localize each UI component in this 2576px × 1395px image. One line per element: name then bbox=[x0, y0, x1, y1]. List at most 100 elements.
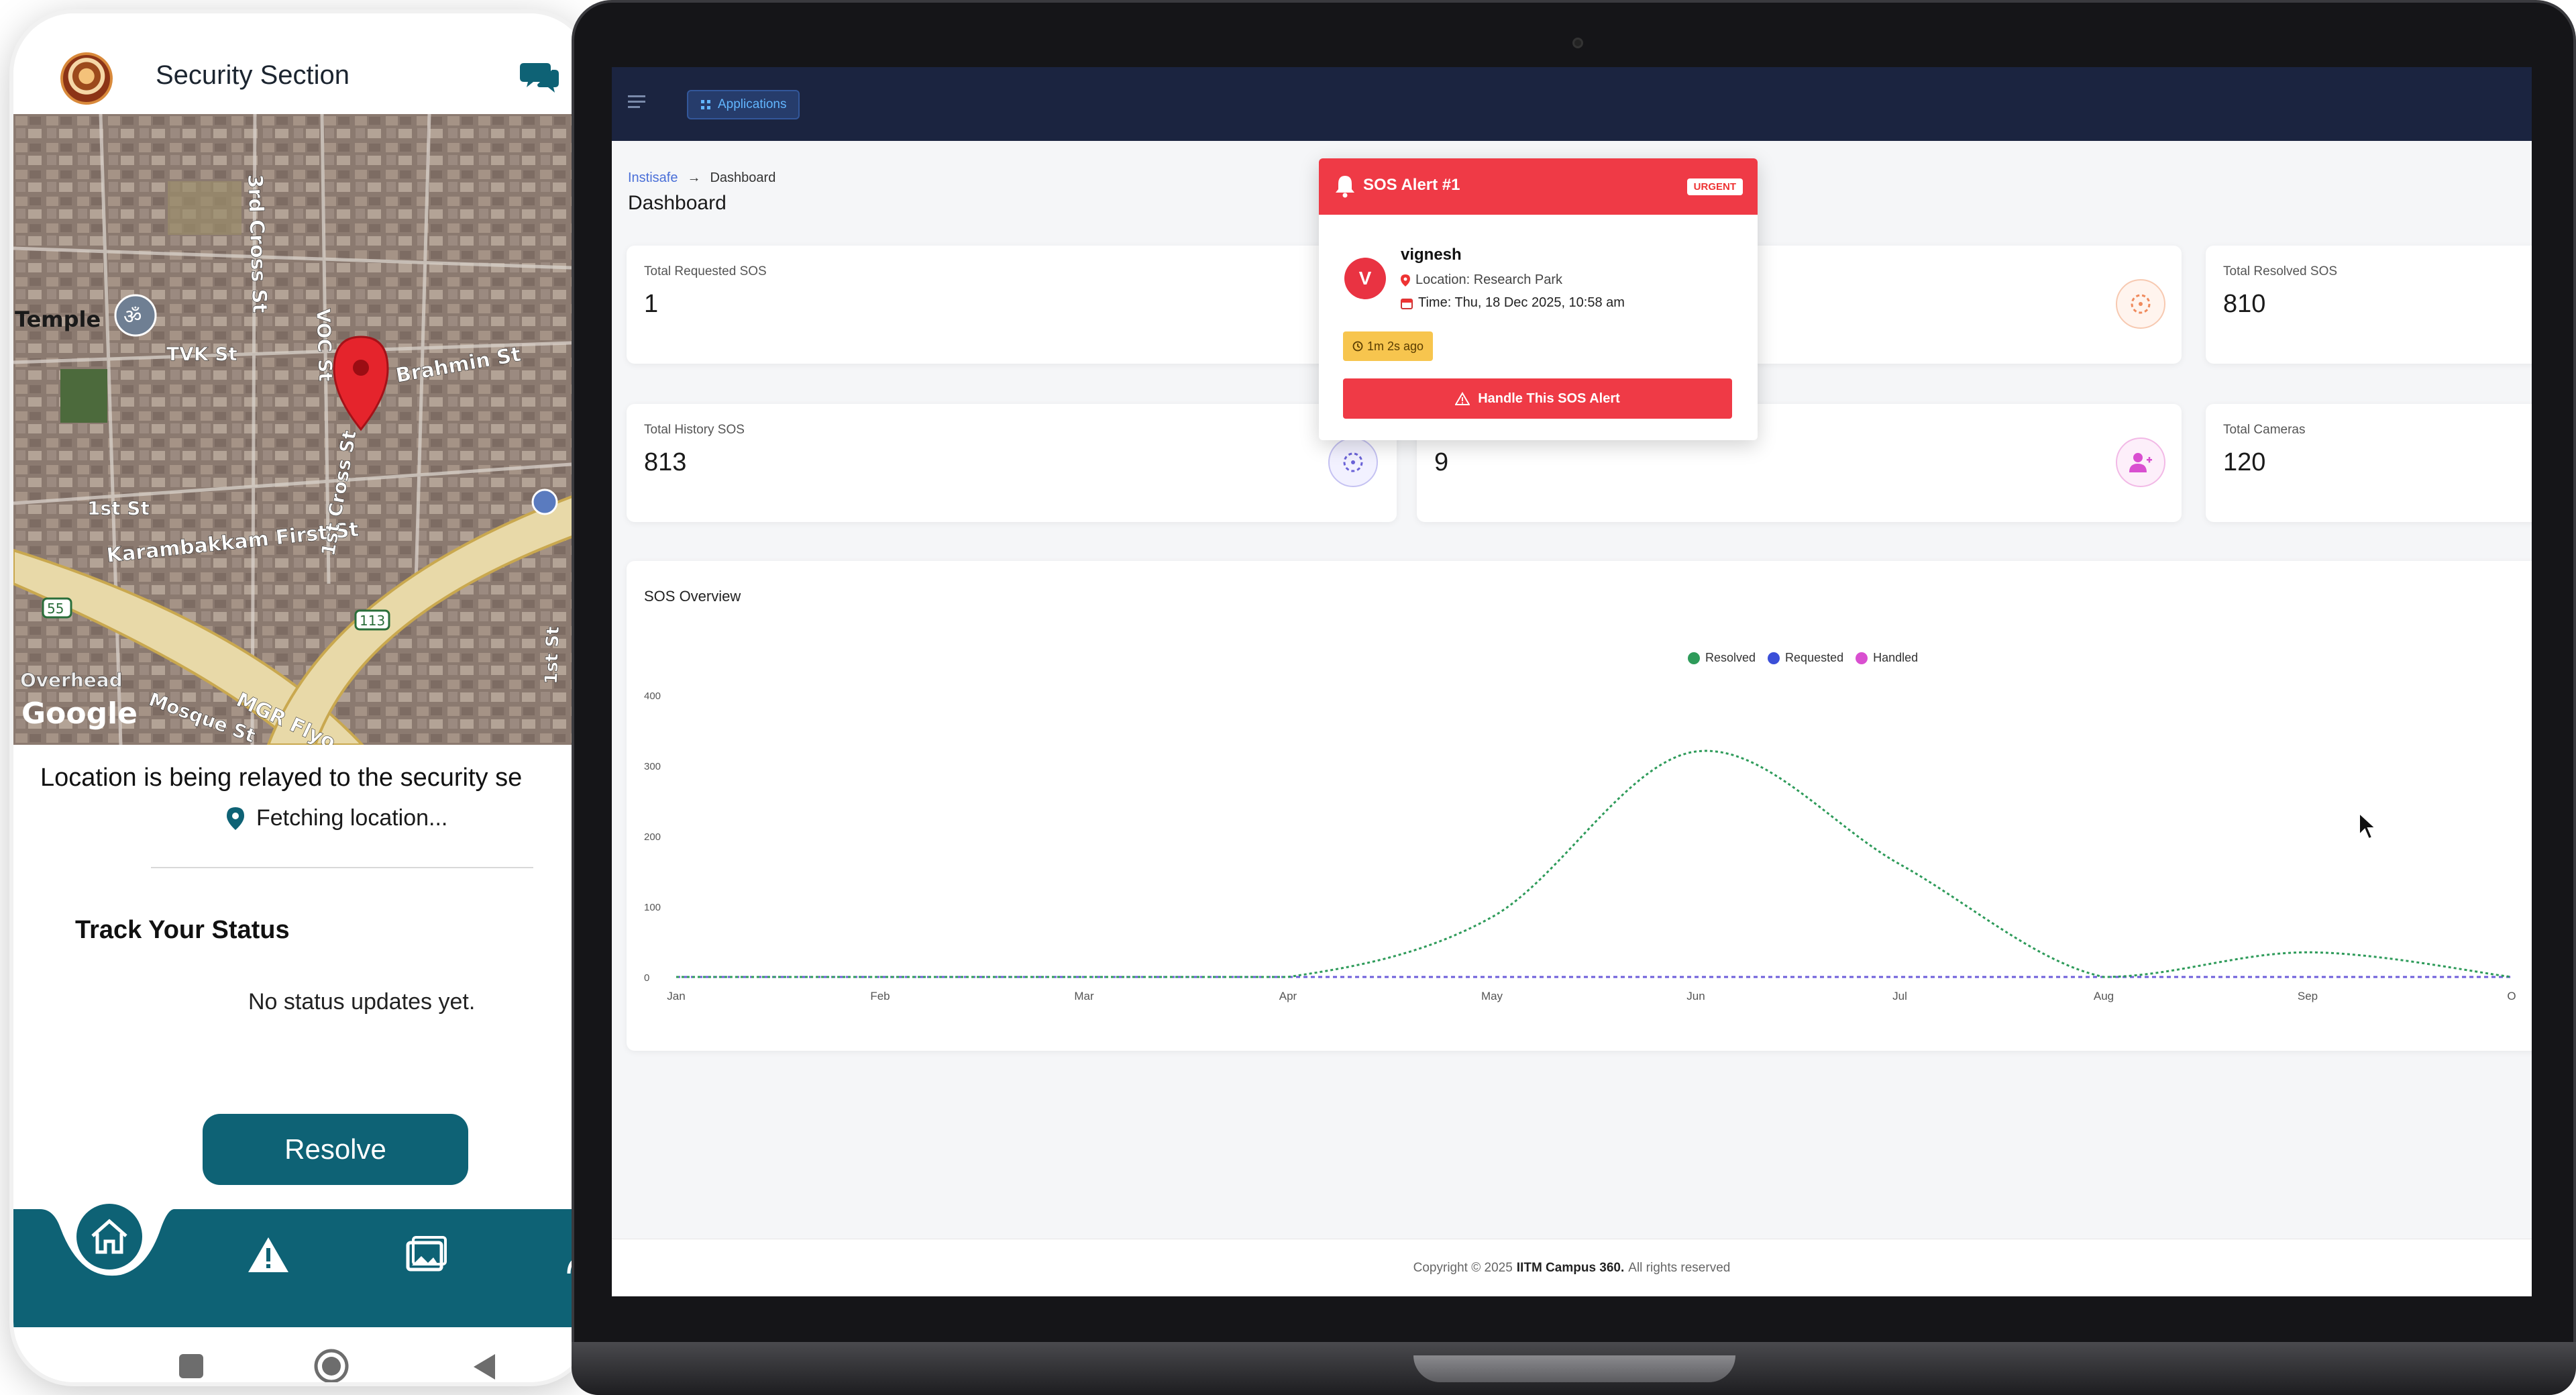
svg-text:ॐ: ॐ bbox=[123, 305, 142, 329]
alert-icon[interactable] bbox=[247, 1235, 290, 1275]
location-pin-icon bbox=[227, 807, 244, 830]
svg-text:1st St: 1st St bbox=[541, 626, 564, 684]
x-tick-label: Jun bbox=[1686, 990, 1705, 1002]
clock-icon bbox=[1352, 341, 1363, 352]
handle-sos-label: Handle This SOS Alert bbox=[1478, 391, 1620, 406]
gallery-icon[interactable] bbox=[405, 1235, 448, 1275]
svg-text:Google: Google bbox=[21, 696, 138, 731]
pending-icon bbox=[2116, 279, 2165, 329]
x-tick-label: Mar bbox=[1074, 990, 1094, 1002]
chat-icon[interactable] bbox=[520, 59, 559, 93]
laptop-notch bbox=[1413, 1355, 1735, 1382]
breadcrumb-separator: → bbox=[687, 170, 701, 185]
y-tick-label: 400 bbox=[644, 690, 661, 702]
breadcrumb: Instisafe → Dashboard bbox=[628, 170, 775, 186]
footer-suffix: All rights reserved bbox=[1628, 1260, 1731, 1275]
menu-icon[interactable] bbox=[628, 94, 645, 110]
x-tick-label: May bbox=[1481, 990, 1503, 1002]
applications-button[interactable]: Applications bbox=[687, 90, 800, 119]
history-icon bbox=[1328, 437, 1378, 487]
sos-overview-chart: SOS Overview Resolved Requested Handled … bbox=[627, 561, 2532, 1051]
grid-icon bbox=[701, 100, 710, 109]
handle-sos-button[interactable]: Handle This SOS Alert bbox=[1343, 378, 1732, 419]
x-tick-label: Aug bbox=[2094, 990, 2114, 1002]
card-total-requested[interactable]: Total Requested SOS 1 bbox=[627, 246, 1397, 364]
footer: Copyright © 2025 IITM Campus 360. All ri… bbox=[612, 1239, 2532, 1296]
svg-text:113: 113 bbox=[360, 613, 385, 629]
warning-icon bbox=[1455, 392, 1470, 405]
svg-text:3rd Cross St: 3rd Cross St bbox=[243, 174, 271, 313]
card-total-resolved[interactable]: Total Resolved SOS 810 bbox=[2206, 246, 2532, 364]
relay-status-text: Location is being relayed to the securit… bbox=[40, 764, 523, 792]
nav-home-button[interactable] bbox=[72, 1200, 146, 1274]
sos-location: Location: Research Park bbox=[1401, 272, 1562, 288]
card-total-history[interactable]: Total History SOS 813 bbox=[627, 404, 1397, 522]
x-tick-label: Sep bbox=[2298, 990, 2318, 1002]
institute-logo bbox=[60, 52, 113, 105]
bell-icon bbox=[1336, 176, 1354, 198]
x-tick-label: Apr bbox=[1279, 990, 1297, 1002]
svg-text:TVK St: TVK St bbox=[166, 343, 237, 365]
page-heading: Dashboard bbox=[628, 192, 727, 214]
card-value: 1 bbox=[644, 290, 659, 318]
x-tick-label: Jul bbox=[1892, 990, 1907, 1002]
applications-label: Applications bbox=[718, 97, 787, 111]
home-icon bbox=[91, 1219, 127, 1254]
back-icon[interactable] bbox=[471, 1353, 498, 1381]
card-value: 9 bbox=[1434, 448, 1449, 476]
user-add-icon bbox=[2116, 437, 2165, 487]
footer-brand[interactable]: IITM Campus 360. bbox=[1517, 1261, 1625, 1276]
track-status-title: Track Your Status bbox=[75, 916, 290, 944]
mouse-cursor-icon bbox=[2359, 812, 2377, 840]
card-value: 120 bbox=[2223, 448, 2266, 476]
card-total-cameras[interactable]: Total Cameras 120 bbox=[2206, 404, 2532, 522]
breadcrumb-current: Dashboard bbox=[710, 170, 776, 185]
sos-alert-title: SOS Alert #1 bbox=[1363, 176, 1460, 194]
phone-device: Security Section 3rd Cross St VOC St Tem… bbox=[13, 13, 590, 1382]
recent-apps-icon[interactable] bbox=[178, 1353, 205, 1380]
webcam bbox=[1572, 38, 1583, 48]
card-value: 813 bbox=[644, 448, 687, 476]
svg-text:VOC St: VOC St bbox=[312, 308, 337, 382]
x-tick-label: Feb bbox=[870, 990, 890, 1002]
resolve-button[interactable]: Resolve bbox=[203, 1114, 468, 1185]
breadcrumb-root[interactable]: Instisafe bbox=[628, 170, 678, 186]
svg-text:1st St: 1st St bbox=[87, 497, 150, 519]
home-system-icon[interactable] bbox=[314, 1349, 349, 1382]
map-canvas: 3rd Cross St VOC St Temple TVK St Brahmi… bbox=[13, 114, 590, 745]
svg-text:Overhead: Overhead bbox=[20, 669, 123, 691]
elapsed-badge: 1m 2s ago bbox=[1343, 331, 1434, 361]
footer-prefix: Copyright © 2025 bbox=[1413, 1260, 1513, 1275]
y-tick-label: 300 bbox=[644, 761, 661, 772]
fetching-text: Fetching location... bbox=[256, 805, 448, 831]
svg-text:Temple: Temple bbox=[15, 307, 101, 332]
page-title: Security Section bbox=[156, 60, 350, 90]
svg-text:55: 55 bbox=[47, 601, 64, 617]
y-tick-label: 0 bbox=[644, 972, 649, 984]
series-line-resolved bbox=[676, 750, 2512, 978]
divider bbox=[151, 867, 533, 868]
system-nav-bar bbox=[13, 1327, 590, 1382]
sos-time: Time: Thu, 18 Dec 2025, 10:58 am bbox=[1401, 295, 1625, 311]
dashboard-screen: Applications Instisafe → Dashboard Dashb… bbox=[612, 67, 2532, 1296]
location-pin-icon bbox=[1401, 274, 1410, 287]
requester-name: vignesh bbox=[1401, 246, 1462, 264]
y-tick-label: 100 bbox=[644, 902, 661, 913]
card-label: Total Resolved SOS bbox=[2223, 264, 2338, 278]
sos-alert-header: SOS Alert #1 URGENT bbox=[1319, 158, 1758, 215]
chart-plot: 400 300 200 100 0 Jan Feb Mar Apr May Jun Jul Aug Sep… bbox=[644, 690, 2516, 1002]
avatar: V bbox=[1344, 258, 1386, 299]
calendar-icon bbox=[1401, 298, 1413, 309]
map-view[interactable]: 3rd Cross St VOC St Temple TVK St Brahmi… bbox=[13, 114, 590, 745]
top-bar: Applications bbox=[612, 67, 2532, 141]
card-label: Total Requested SOS bbox=[644, 264, 767, 278]
sos-location-text: Location: Research Park bbox=[1415, 272, 1563, 287]
x-tick-label: Jan bbox=[667, 990, 685, 1002]
laptop-device: Applications Instisafe → Dashboard Dashb… bbox=[572, 0, 2576, 1395]
elapsed-text: 1m 2s ago bbox=[1367, 339, 1424, 353]
no-status-text: No status updates yet. bbox=[248, 989, 476, 1015]
phone-header: Security Section bbox=[13, 13, 590, 114]
urgent-badge: URGENT bbox=[1686, 178, 1743, 195]
y-tick-label: 200 bbox=[644, 831, 661, 843]
x-tick-label: O bbox=[2507, 990, 2516, 1002]
